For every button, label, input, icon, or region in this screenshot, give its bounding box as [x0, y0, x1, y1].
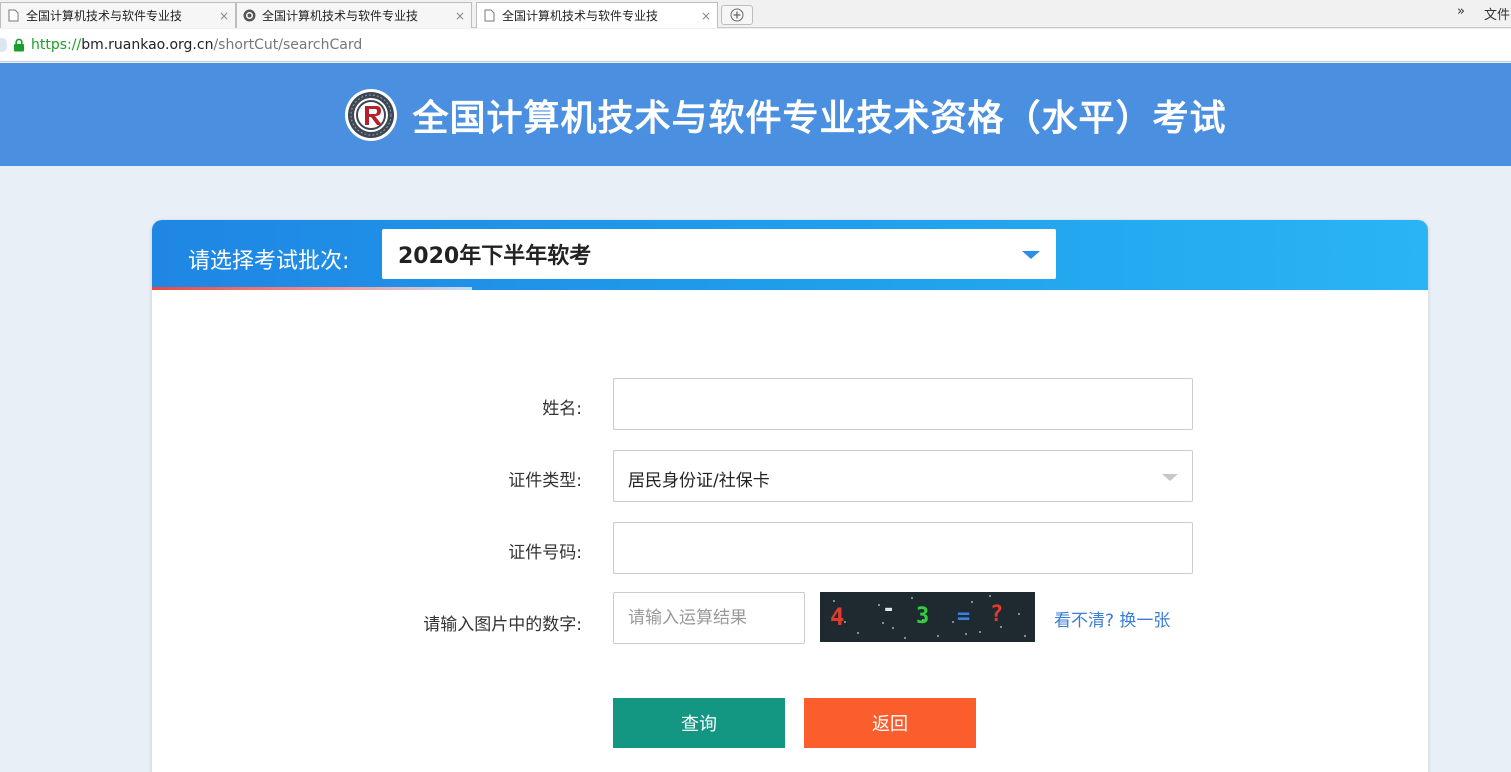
- chevron-down-icon: [1162, 474, 1178, 481]
- captcha-image[interactable]: 4 - 3 = ?: [820, 592, 1035, 642]
- id-type-value: 居民身份证/社保卡: [628, 471, 770, 491]
- browser-tab-1[interactable]: 全国计算机技术与软件专业技 ×: [0, 2, 236, 28]
- url-protocol: https://: [31, 37, 82, 53]
- tab-title: 全国计算机技术与软件专业技: [502, 9, 659, 23]
- svg-text:-: -: [882, 597, 895, 622]
- svg-text:=: =: [957, 604, 970, 629]
- svg-text:?: ?: [990, 602, 1003, 627]
- lock-icon: [13, 38, 25, 52]
- id-type-label: 证件类型:: [508, 471, 582, 491]
- site-banner: 全国计算机技术与软件专业技术资格（水平）考试: [0, 63, 1511, 166]
- chevron-down-icon: [1022, 251, 1040, 259]
- svg-text:4: 4: [830, 603, 844, 631]
- tab-title: 全国计算机技术与软件专业技: [26, 9, 183, 23]
- name-input[interactable]: [613, 378, 1193, 430]
- card-header: 请选择考试批次: 2020年下半年软考: [152, 220, 1428, 290]
- id-number-input[interactable]: [613, 522, 1193, 574]
- captcha-input[interactable]: [613, 592, 805, 644]
- page-title: 全国计算机技术与软件专业技术资格（水平）考试: [412, 97, 1227, 139]
- captcha-label: 请输入图片中的数字:: [423, 615, 582, 635]
- batch-select[interactable]: 2020年下半年软考: [382, 229, 1056, 279]
- query-button[interactable]: 查询: [613, 698, 785, 748]
- file-menu[interactable]: 文件: [1484, 4, 1510, 23]
- site-logo-icon: [243, 9, 256, 22]
- query-card: 请选择考试批次: 2020年下半年软考 姓名: 证件类型: 居民身份证/社保卡 …: [152, 220, 1428, 772]
- address-bar[interactable]: https://bm.ruankao.org.cn/shortCut/searc…: [0, 29, 1511, 62]
- tab-close-icon[interactable]: ×: [455, 9, 465, 23]
- page-icon: [483, 9, 496, 22]
- new-tab-icon[interactable]: [721, 5, 753, 25]
- batch-label: 请选择考试批次:: [188, 249, 350, 274]
- tab-close-icon[interactable]: ×: [219, 9, 229, 23]
- batch-selected-value: 2020年下半年软考: [398, 244, 592, 269]
- browser-tab-3[interactable]: 全国计算机技术与软件专业技 ×: [476, 2, 718, 28]
- id-number-label: 证件号码:: [508, 543, 582, 563]
- exam-logo-icon: [345, 88, 398, 141]
- svg-text:3: 3: [916, 604, 929, 629]
- address-bar-edge: [0, 38, 7, 52]
- page-icon: [7, 9, 20, 22]
- tab-title: 全国计算机技术与软件专业技: [262, 9, 419, 23]
- url-host: bm.ruankao.org.cn: [81, 37, 214, 53]
- name-label: 姓名:: [542, 399, 582, 419]
- id-type-select[interactable]: 居民身份证/社保卡: [613, 450, 1193, 502]
- url-path: /shortCut/searchCard: [213, 37, 363, 53]
- refresh-captcha-link[interactable]: 看不清? 换一张: [1054, 606, 1170, 631]
- back-button[interactable]: 返回: [804, 698, 976, 748]
- tab-overflow-icon[interactable]: »: [1457, 4, 1465, 19]
- url-text[interactable]: https://bm.ruankao.org.cn/shortCut/searc…: [31, 37, 362, 53]
- browser-tab-2[interactable]: 全国计算机技术与软件专业技 ×: [236, 2, 472, 28]
- tab-close-icon[interactable]: ×: [701, 9, 711, 23]
- browser-tab-bar: 全国计算机技术与软件专业技 × 全国计算机技术与软件专业技 × 全国计算机技术与…: [0, 0, 1511, 28]
- header-accent-line: [152, 287, 472, 290]
